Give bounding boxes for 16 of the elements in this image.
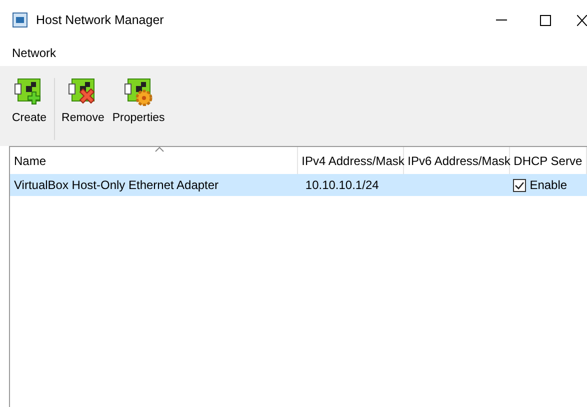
toolbar-button[interactable]: Create bbox=[8, 74, 51, 126]
network-card-gear-icon bbox=[124, 76, 154, 106]
table-cell-text: 10.10.10.1/24 bbox=[304, 177, 380, 194]
close-icon[interactable] bbox=[577, 14, 587, 26]
toolbar-button[interactable]: Remove bbox=[58, 74, 108, 126]
sort-caret-icon bbox=[155, 147, 164, 152]
toolbar-button[interactable]: Properties bbox=[108, 74, 169, 126]
table-row[interactable]: VirtualBox Host-Only Ethernet Adapter 10.10.10.1/24 Enable bbox=[10, 174, 587, 196]
checkbox[interactable] bbox=[512, 178, 526, 192]
window-title: Host Network Manager bbox=[36, 13, 164, 27]
minimize-icon[interactable] bbox=[496, 19, 506, 21]
table-cell-text: VirtualBox Host-Only Ethernet Adapter bbox=[13, 177, 220, 194]
menu-item[interactable]: Network bbox=[6, 46, 62, 60]
maximize-icon[interactable] bbox=[540, 14, 550, 26]
checkbox-label: Enable bbox=[530, 178, 568, 192]
app-icon bbox=[12, 12, 28, 28]
